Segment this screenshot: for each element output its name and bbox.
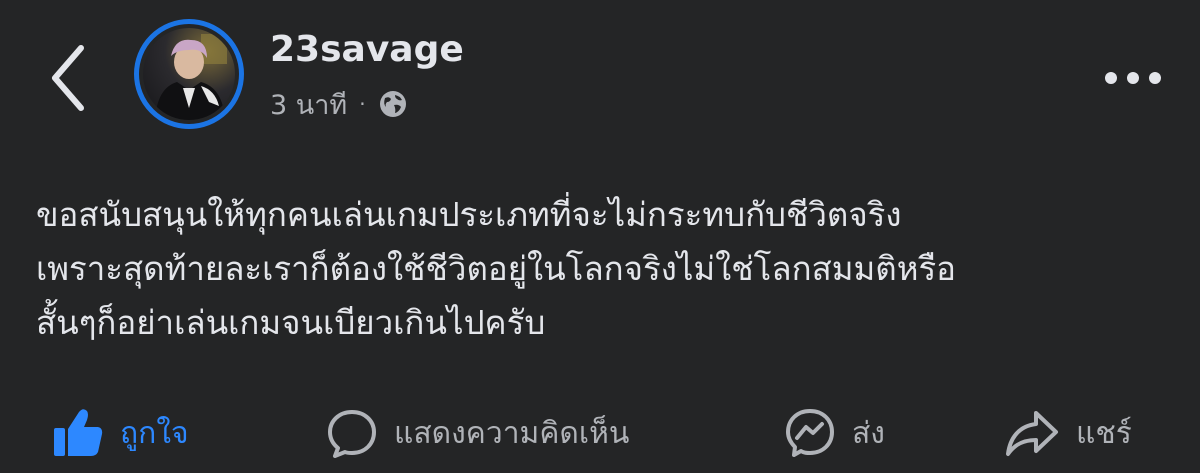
author-name[interactable]: 23savage xyxy=(270,28,464,72)
post-text-line: เพราะสุดท้ายละเราก็ต้องใช้ชีวิตอยู่ในโลก… xyxy=(36,249,956,288)
post-meta: 3 นาที · xyxy=(270,86,408,122)
like-label: ถูกใจ xyxy=(120,415,189,451)
share-button[interactable]: แชร์ xyxy=(1004,398,1132,468)
comment-label: แสดงความคิดเห็น xyxy=(394,415,630,451)
avatar[interactable] xyxy=(134,19,244,129)
thumbs-up-icon xyxy=(52,408,104,458)
post-text-line: สั้นๆก็อย่าเล่นเกมจนเบียวเกินไปครับ xyxy=(36,303,546,342)
back-button[interactable] xyxy=(38,38,98,118)
post-text-line: ขอสนับสนุนให้ทุกคนเล่นเกมประเภทที่จะไม่ก… xyxy=(36,195,902,234)
messenger-icon xyxy=(784,408,836,458)
meta-separator: · xyxy=(359,92,366,116)
more-options-button[interactable] xyxy=(1098,58,1168,98)
post-text: ขอสนับสนุนให้ทุกคนเล่นเกมประเภทที่จะไม่ก… xyxy=(36,188,1176,350)
avatar-image xyxy=(143,28,235,120)
post-time[interactable]: 3 นาที xyxy=(270,83,347,126)
more-horizontal-icon xyxy=(1105,72,1161,84)
send-label: ส่ง xyxy=(852,415,885,451)
globe-icon xyxy=(379,91,406,117)
share-arrow-icon xyxy=(1004,408,1060,458)
action-bar: ถูกใจ แสดงความคิดเห็น ส่ง แชร์ xyxy=(0,398,1200,468)
comment-bubble-icon xyxy=(326,408,378,458)
comment-button[interactable]: แสดงความคิดเห็น xyxy=(326,398,629,468)
chevron-left-icon xyxy=(52,45,84,111)
send-button[interactable]: ส่ง xyxy=(784,398,885,468)
share-label: แชร์ xyxy=(1076,415,1132,451)
like-button[interactable]: ถูกใจ xyxy=(52,398,189,468)
